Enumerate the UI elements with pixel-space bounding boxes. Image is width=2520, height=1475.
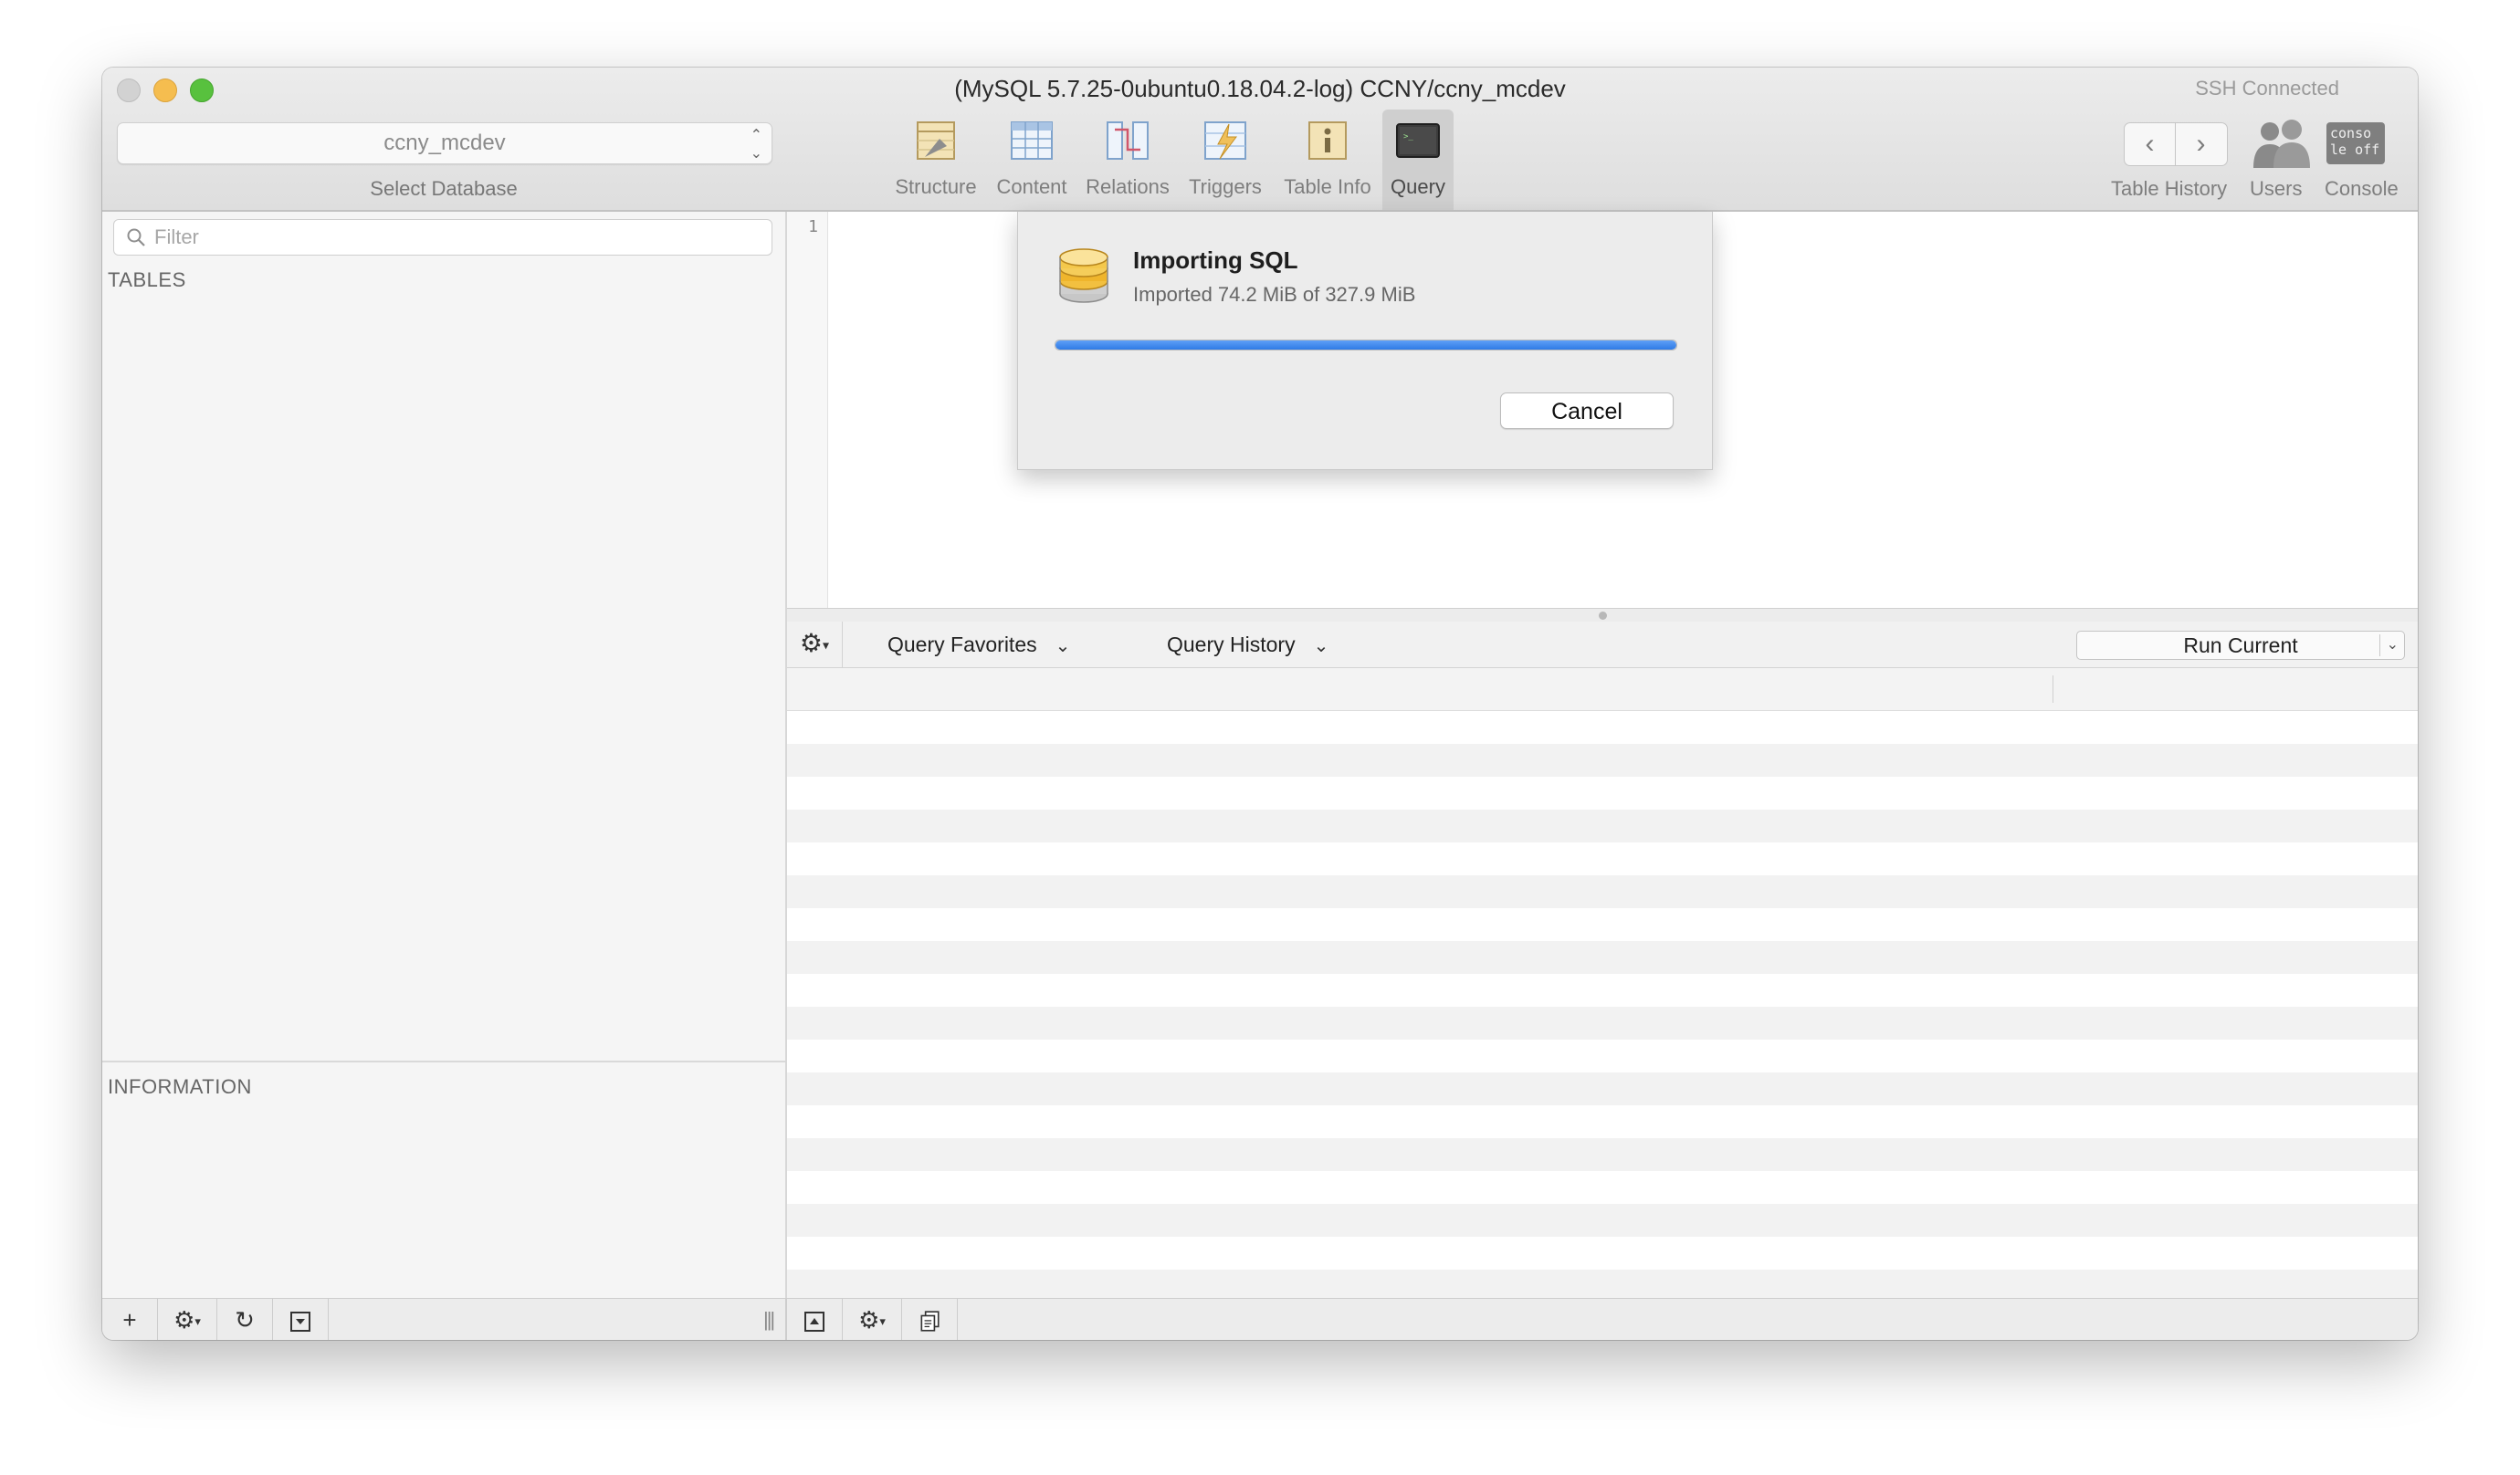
window-title: (MySQL 5.7.25-0ubuntu0.18.04.2-log) CCNY… [954, 75, 1566, 102]
toolbar-query-label: Query [1391, 175, 1445, 198]
toolbar-structure[interactable]: Structure [889, 110, 982, 210]
import-progress-fill [1055, 340, 1676, 350]
results-actions-button[interactable]: ⚙▾ [843, 1299, 902, 1340]
gear-icon: ⚙ [799, 629, 824, 657]
information-heading: INFORMATION [108, 1075, 252, 1098]
app-window: (MySQL 5.7.25-0ubuntu0.18.04.2-log) CCNY… [102, 68, 2418, 1340]
chevron-down-icon: ⌄ [1313, 636, 1329, 656]
caret-down-icon: ▾ [194, 1314, 201, 1329]
toolbar-query[interactable]: >_ Query [1382, 110, 1454, 210]
toolbar-content-label: Content [996, 175, 1067, 198]
line-number-gutter: 1 [787, 212, 828, 608]
sidebar-resize-grip-icon[interactable]: ||| [763, 1299, 775, 1340]
titlebar-toolbar: (MySQL 5.7.25-0ubuntu0.18.04.2-log) CCNY… [102, 68, 2418, 212]
query-history-label: Query History [1167, 633, 1296, 656]
import-progress-bar [1055, 340, 1677, 350]
tables-heading: TABLES [108, 268, 186, 291]
gear-icon: ⚙ [173, 1306, 195, 1334]
gear-icon: ⚙ [858, 1306, 880, 1334]
table-history-label: Table History [2111, 177, 2228, 200]
import-title: Importing SQL [1133, 246, 1298, 274]
toolbar-triggers[interactable]: Triggers [1180, 110, 1271, 210]
bottom-bar: + ⚙▾ ↻ ||| ⚙▾ [102, 1298, 2418, 1340]
chevron-down-icon: ⌄ [1055, 636, 1071, 656]
editor-results-splitter[interactable] [787, 608, 2418, 622]
console-icon-text: conso le off [2330, 125, 2380, 158]
toolbar-triggers-label: Triggers [1189, 175, 1262, 198]
filter-box-icon [290, 1312, 310, 1333]
copy-results-button[interactable] [902, 1299, 958, 1340]
chevron-down-icon[interactable]: ⌄ [2387, 632, 2399, 659]
documents-icon [920, 1311, 940, 1332]
relations-icon [1107, 121, 1149, 160]
toolbar-relations-label: Relations [1086, 175, 1170, 198]
query-icon: >_ [1396, 123, 1440, 158]
run-button-divider [2379, 634, 2380, 656]
svg-text:>_: >_ [1403, 132, 1413, 141]
refresh-icon: ↻ [235, 1306, 255, 1334]
search-icon [127, 228, 145, 246]
caret-down-icon: ▾ [879, 1314, 886, 1329]
toolbar-content[interactable]: Content [990, 110, 1074, 210]
query-favorites-label: Query Favorites [887, 633, 1037, 656]
back-chevron-icon[interactable]: ‹ [2125, 123, 2176, 165]
console-label: Console [2325, 177, 2399, 200]
updown-arrows-icon: ⌃ ⌄ [750, 128, 762, 162]
select-database-label: Select Database [370, 177, 518, 200]
console-icon[interactable]: conso le off [2326, 122, 2385, 164]
results-table[interactable] [787, 711, 2418, 1300]
run-current-button[interactable]: Run Current ⌄ [2076, 631, 2405, 660]
filter-field[interactable] [113, 219, 772, 256]
query-favorites-menu[interactable]: Query Favorites ⌄ [887, 622, 1070, 667]
filter-input[interactable] [152, 222, 759, 253]
filter-toggle-button[interactable] [273, 1299, 329, 1340]
query-bar: ⚙▾ Query Favorites ⌄ Query History ⌄ Run C… [787, 622, 2418, 668]
database-icon [1059, 248, 1108, 303]
refresh-button[interactable]: ↻ [217, 1299, 273, 1340]
results-header [787, 668, 2418, 711]
forward-chevron-icon[interactable]: › [2176, 123, 2226, 165]
run-current-label: Run Current [2183, 633, 2298, 657]
users-icon[interactable] [2250, 115, 2314, 172]
triggers-icon [1204, 121, 1246, 160]
query-history-menu[interactable]: Query History ⌄ [1167, 622, 1328, 667]
content-icon [1011, 121, 1053, 160]
plus-icon: + [122, 1306, 137, 1334]
import-progress-sheet: Importing SQL Imported 74.2 MiB of 327.9… [1017, 212, 1713, 470]
users-label: Users [2250, 177, 2303, 200]
database-select[interactable]: ccny_mcdev ⌃ ⌄ [117, 122, 772, 164]
caret-down-icon: ▾ [823, 637, 830, 653]
history-nav: ‹ › [2124, 122, 2228, 166]
toolbar-table-info-label: Table Info [1284, 175, 1371, 198]
ssh-status: SSH Connected [2195, 77, 2339, 99]
toggle-editor-button[interactable] [787, 1299, 843, 1340]
structure-icon [917, 121, 955, 160]
toolbar-table-info[interactable]: Table Info [1276, 110, 1379, 210]
toolbar-structure-label: Structure [895, 175, 977, 198]
table-actions-button[interactable]: ⚙▾ [158, 1299, 217, 1340]
add-table-button[interactable]: + [102, 1299, 158, 1340]
cancel-button[interactable]: Cancel [1500, 392, 1674, 429]
import-status: Imported 74.2 MiB of 327.9 MiB [1133, 283, 1416, 306]
collapse-up-icon [804, 1312, 824, 1333]
table-info-icon [1308, 121, 1347, 160]
database-select-value: ccny_mcdev [383, 131, 506, 155]
splitter-handle-icon[interactable] [1599, 612, 1607, 620]
toolbar-relations[interactable]: Relations [1081, 110, 1174, 210]
line-number: 1 [808, 217, 818, 236]
query-gear-menu[interactable]: ⚙▾ [787, 622, 843, 667]
sidebar-divider[interactable] [102, 1061, 785, 1062]
sidebar: TABLES INFORMATION [102, 212, 787, 1298]
